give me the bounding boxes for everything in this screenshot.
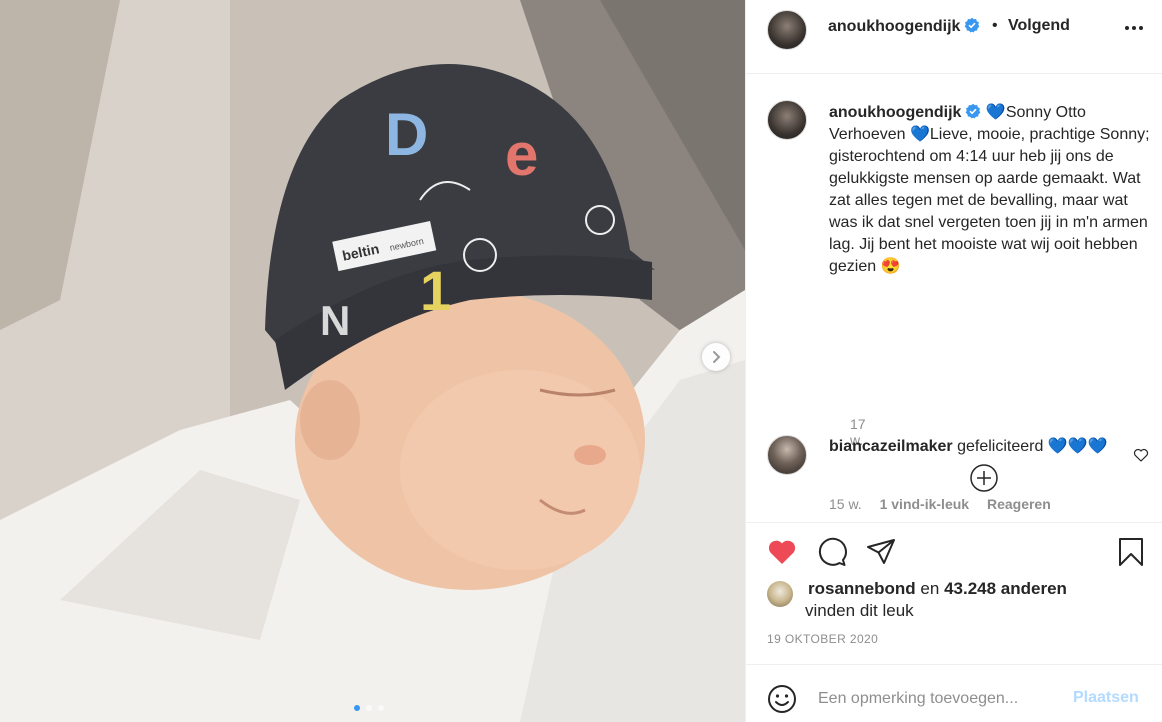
post-photo[interactable]: D e N 1 beltin newborn: [0, 0, 745, 722]
liker-avatar[interactable]: [767, 581, 793, 607]
share-icon[interactable]: [865, 536, 897, 568]
post-comment-button[interactable]: Plaatsen: [1073, 689, 1139, 707]
caption-author-avatar[interactable]: [767, 100, 807, 140]
comment-body: gefeliciteerd 💙💙💙: [957, 438, 1108, 455]
load-more-comments-icon[interactable]: [969, 463, 999, 493]
comment-composer: Plaatsen: [746, 664, 1162, 722]
comment-icon[interactable]: [816, 536, 848, 568]
svg-text:D: D: [385, 101, 428, 168]
likes-suffix: vinden dit leuk: [805, 601, 914, 620]
comment-input[interactable]: [816, 684, 1060, 714]
comment-likes-count[interactable]: 1 vind-ik-leuk: [880, 496, 969, 512]
likes-others-count[interactable]: 43.248 anderen: [944, 579, 1067, 598]
carousel-dot-1: [354, 705, 360, 711]
comment-heart-icon[interactable]: [1133, 447, 1149, 463]
carousel-dot-3: [378, 705, 384, 711]
following-button[interactable]: Volgend: [1008, 17, 1070, 35]
comment-meta: 15 w. 1 vind-ik-leuk Reageren: [829, 496, 1065, 512]
chevron-right-icon: [713, 351, 721, 363]
post-date: 19 OKTOBER 2020: [767, 632, 879, 646]
author-username-text[interactable]: anoukhoogendijk: [828, 18, 960, 35]
post-side-panel: anoukhoogendijk • Volgend anoukhoogendij…: [745, 0, 1162, 722]
comment-text-block: biancazeilmaker gefeliciteerd 💙💙💙: [829, 436, 1119, 458]
emoji-icon[interactable]: [766, 683, 798, 715]
action-bar-divider: [746, 522, 1162, 524]
verified-badge-icon: [965, 17, 980, 33]
caption-text-block: anoukhoogendijk 💙Sonny Otto Verhoeven 💙L…: [829, 102, 1159, 278]
reply-button[interactable]: Reageren: [987, 496, 1051, 512]
comment-age: 15 w.: [829, 496, 862, 512]
liked-heart-icon[interactable]: [766, 536, 798, 568]
likes-connector: en: [920, 579, 940, 598]
author-avatar[interactable]: [767, 10, 807, 50]
baby-photo-illustration: D e N 1 beltin newborn: [0, 0, 745, 722]
more-options-icon[interactable]: [1122, 18, 1146, 38]
save-bookmark-icon[interactable]: [1115, 536, 1147, 568]
likes-line-1: rosannebond en 43.248 anderen: [808, 578, 1067, 600]
post-modal: D e N 1 beltin newborn anoukhoogendijk •…: [0, 0, 1162, 722]
caption-body: 💙Sonny Otto Verhoeven 💙Lieve, mooie, pra…: [829, 104, 1150, 275]
caption-username[interactable]: anoukhoogendijk: [829, 104, 961, 121]
svg-text:e: e: [505, 121, 538, 188]
commenter-username[interactable]: biancazeilmaker: [829, 438, 953, 455]
svg-text:1: 1: [420, 259, 451, 322]
commenter-avatar[interactable]: [767, 435, 807, 475]
svg-text:N: N: [320, 297, 350, 344]
verified-badge-icon: [966, 103, 981, 119]
next-image-button[interactable]: [702, 343, 730, 371]
author-username[interactable]: anoukhoogendijk: [828, 17, 980, 36]
carousel-dot-2: [366, 705, 372, 711]
separator-dot: •: [992, 17, 998, 34]
carousel-indicator: [354, 705, 384, 711]
liker-username[interactable]: rosannebond: [808, 579, 916, 598]
post-header: anoukhoogendijk • Volgend: [746, 0, 1162, 74]
